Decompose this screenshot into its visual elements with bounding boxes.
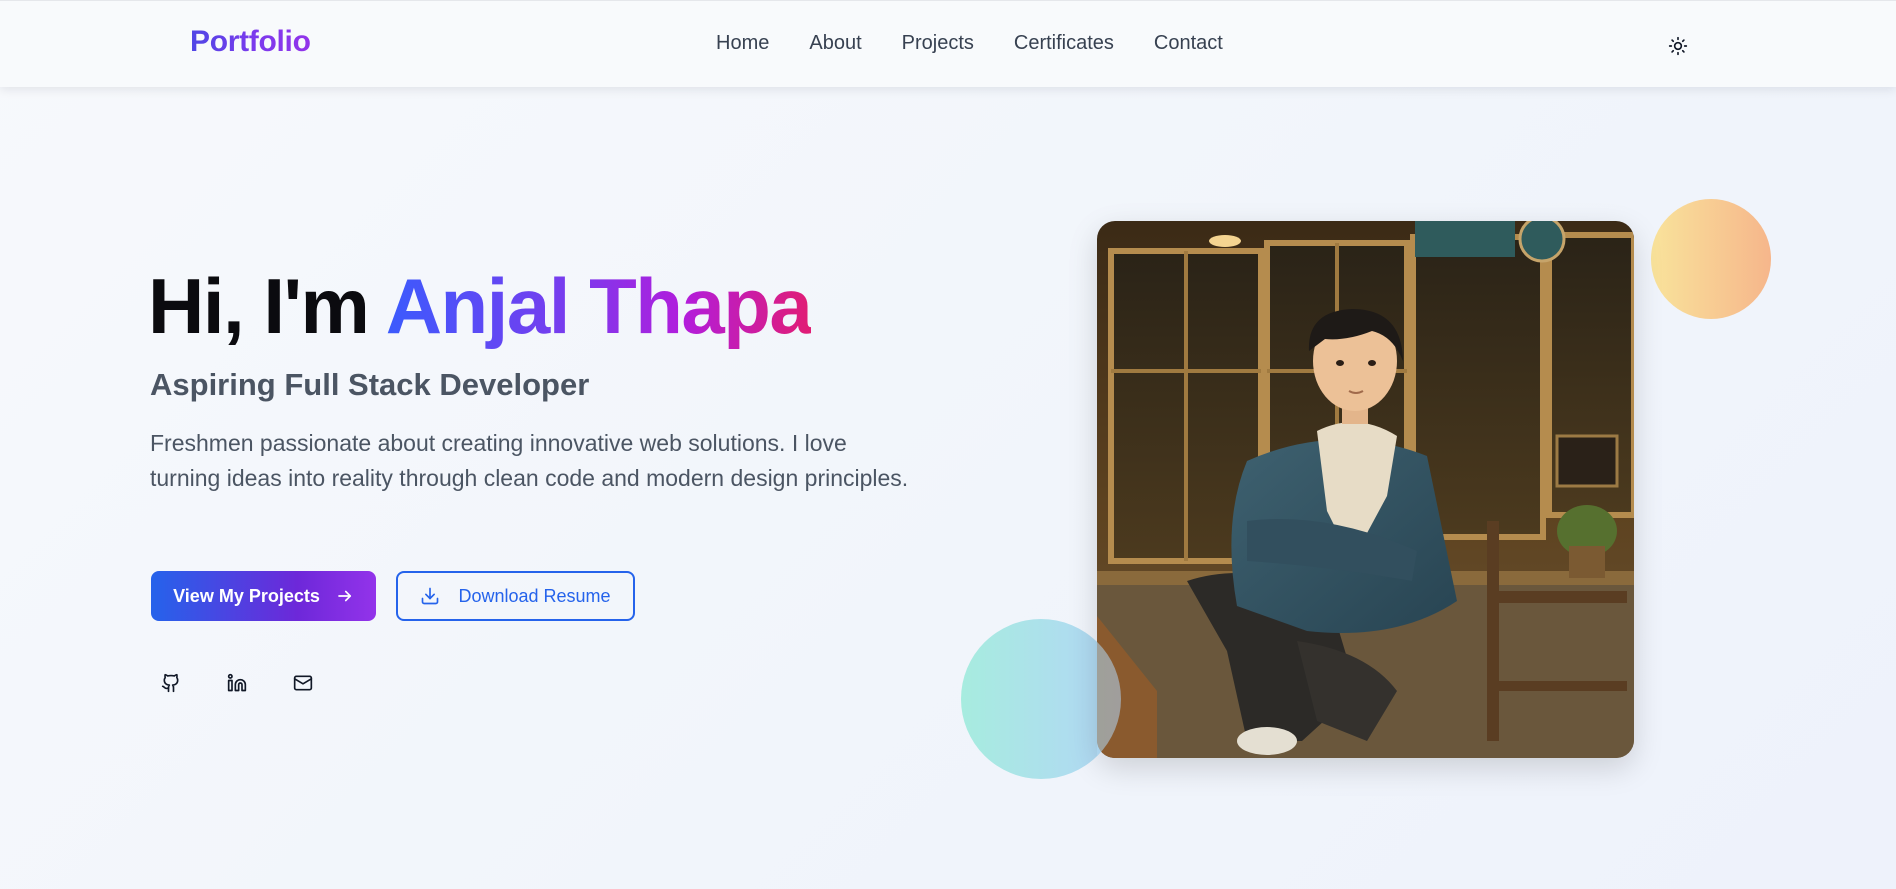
nav-link-certificates[interactable]: Certificates bbox=[1014, 32, 1114, 55]
social-links bbox=[160, 672, 314, 694]
nav-links: Home About Projects Certificates Contact bbox=[716, 32, 1223, 55]
download-resume-label: Download Resume bbox=[458, 585, 611, 606]
email-link[interactable] bbox=[292, 672, 314, 694]
linkedin-icon bbox=[227, 673, 247, 692]
view-projects-label: View My Projects bbox=[173, 585, 320, 606]
nav-link-contact[interactable]: Contact bbox=[1154, 32, 1223, 55]
sun-icon bbox=[1668, 36, 1688, 56]
theme-toggle-button[interactable] bbox=[1664, 32, 1692, 60]
hero-name: Anjal Thapa bbox=[385, 262, 813, 350]
mail-icon bbox=[293, 675, 313, 691]
hero-title: Hi, I'm Anjal Thapa bbox=[148, 267, 813, 345]
linkedin-link[interactable] bbox=[226, 672, 248, 694]
decorative-circle-orange bbox=[1651, 199, 1771, 319]
nav-link-home[interactable]: Home bbox=[716, 32, 769, 55]
hero-subtitle: Aspiring Full Stack Developer bbox=[150, 367, 590, 402]
download-resume-button[interactable]: Download Resume bbox=[396, 571, 635, 621]
hero-greeting: Hi, I'm bbox=[148, 262, 386, 350]
arrow-right-icon bbox=[338, 590, 351, 602]
github-icon bbox=[161, 673, 179, 693]
github-link[interactable] bbox=[160, 672, 182, 694]
navbar: Portfolio Home About Projects Certificat… bbox=[0, 0, 1896, 87]
nav-link-projects[interactable]: Projects bbox=[902, 32, 974, 55]
brand-logo[interactable]: Portfolio bbox=[190, 25, 311, 59]
download-icon bbox=[422, 587, 439, 605]
view-projects-button[interactable]: View My Projects bbox=[151, 571, 376, 621]
nav-link-about[interactable]: About bbox=[809, 32, 861, 55]
hero-description: Freshmen passionate about creating innov… bbox=[150, 430, 909, 491]
profile-illustration bbox=[1097, 221, 1634, 758]
profile-image bbox=[1097, 221, 1634, 758]
